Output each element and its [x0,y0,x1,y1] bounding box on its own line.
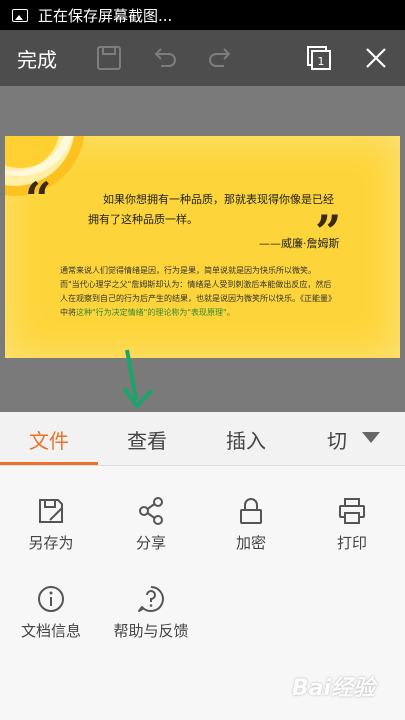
body-line: 人在观察到自己的行为后产生的结果，也就是说因为微笑所以快乐。《正能量》 [60,294,336,303]
encrypt-button[interactable]: 加密 [201,496,301,553]
baidu-watermark: Bai经验 [291,676,375,701]
body-line: 而"当代心理学之父"詹姆斯却认为：情绪是人受到刺激后本能做出反应，然后 [60,280,332,289]
save-as-button[interactable]: 另存为 [1,496,101,553]
done-button[interactable]: 完成 [17,44,87,73]
body-paragraph: 通常来说人们觉得情绪是因，行为是果，简单说就是因为快乐所以微笑。 而"当代心理学… [60,264,380,320]
quote-attribution: ——威廉·詹姆斯 [259,237,340,250]
document-info-label: 文档信息 [20,622,81,640]
body-text: 中将 [60,308,76,317]
dropdown-arrow-icon[interactable] [362,432,380,443]
document-preview-area: “ ” 如果你想拥有一种品质，那就表现得你像是已经 拥有了这种品质一样。 ——威… [0,86,405,412]
quote-line-2: 拥有了这种品质一样。 [88,213,198,226]
open-quote-icon: “ [25,172,52,226]
tab-switch[interactable]: 切 [312,412,362,466]
undo-icon[interactable] [151,44,179,72]
save-as-label: 另存为 [28,534,74,552]
close-icon[interactable] [362,44,390,72]
top-toolbar: 完成 1 [0,30,405,86]
body-line: 通常来说人们觉得情绪是因，行为是果，简单说就是因为快乐所以微笑。 [60,266,316,275]
status-bar: 正在保存屏幕截图... [0,0,405,30]
document-info-button[interactable]: 文档信息 [1,584,101,641]
menu-tabs: 文件 查看 插入 切 [0,412,405,466]
page-switch-icon[interactable]: 1 [305,44,333,72]
info-icon [38,586,64,612]
print-label: 打印 [336,534,367,552]
encrypt-label: 加密 [235,534,266,552]
highlighted-text: 这种"行为决定情绪"的理论称为"表现原理"。 [76,308,235,317]
annotation-arrow-icon [122,349,154,408]
share-icon [139,497,163,525]
share-button[interactable]: 分享 [101,496,201,553]
redo-icon[interactable] [206,44,234,72]
svg-text:1: 1 [318,55,325,68]
quote-line-1: 如果你想拥有一种品质，那就表现得你像是已经 [103,193,334,206]
tab-file[interactable]: 文件 [0,412,98,466]
active-tab-indicator [0,462,98,465]
help-icon [138,586,164,612]
tab-view[interactable]: 查看 [98,412,196,466]
save-as-icon [39,499,63,523]
screenshot-icon [12,8,28,22]
document-page[interactable]: “ ” 如果你想拥有一种品质，那就表现得你像是已经 拥有了这种品质一样。 ——威… [5,136,400,358]
status-text: 正在保存屏幕截图... [38,6,173,25]
lock-icon [240,498,262,524]
share-label: 分享 [135,534,166,552]
help-feedback-label: 帮助与反馈 [113,622,189,640]
save-icon[interactable] [95,44,123,72]
help-feedback-button[interactable]: 帮助与反馈 [101,584,201,641]
tab-insert[interactable]: 插入 [196,412,296,466]
body-line: 中将这种"行为决定情绪"的理论称为"表现原理"。 [60,306,380,320]
printer-icon [339,498,365,524]
print-button[interactable]: 打印 [302,496,402,553]
